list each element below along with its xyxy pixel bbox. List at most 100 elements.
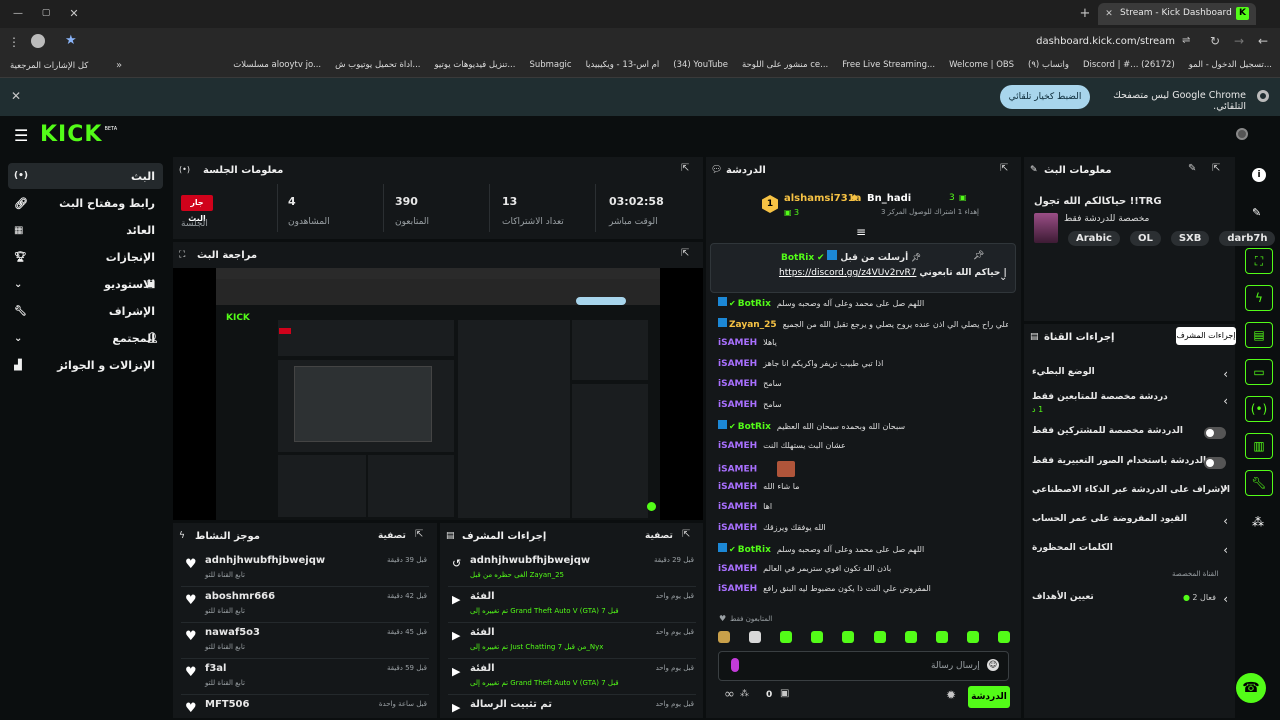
emote-only-toggle[interactable]	[1204, 457, 1226, 469]
emote-icon[interactable]	[749, 631, 762, 643]
bookmarks-overflow-icon[interactable]: »	[116, 60, 122, 71]
popout-icon[interactable]: ⇱	[415, 529, 423, 540]
chat-username[interactable]: iSAMEH	[718, 441, 757, 451]
pin-icon[interactable]: 📌︎	[973, 251, 984, 261]
stream-video[interactable]: KICK	[173, 268, 703, 520]
stream-tag[interactable]: SXB	[1170, 231, 1210, 246]
bookmark-item[interactable]: مسلسلات alooytv jo...	[233, 60, 321, 70]
gift-icon[interactable]: ▣	[780, 688, 789, 699]
all-bookmarks[interactable]: كل الإشارات المرجعية	[10, 61, 88, 71]
bookmark-item[interactable]: Submagic	[529, 60, 571, 70]
kick-logo[interactable]: KICK BETA	[40, 122, 117, 148]
nav-stream[interactable]: (•) البث	[8, 163, 163, 189]
filter-label[interactable]: تصفية	[378, 531, 406, 541]
send-chat-button[interactable]: الدردشة	[968, 686, 1010, 708]
mic-icon[interactable]	[731, 658, 739, 672]
chat-username[interactable]: iSAMEH	[718, 338, 757, 348]
set-default-button[interactable]: الضبط كخيار تلقائي	[1000, 85, 1090, 109]
nav-stream-key[interactable]: 🔗︎ رابط ومفتاح البث	[8, 190, 163, 216]
stream-tag[interactable]: Arabic	[1068, 231, 1120, 246]
subs-only-toggle[interactable]	[1204, 427, 1226, 439]
settings-icon[interactable]: ✹	[946, 688, 956, 702]
chat-username[interactable]: BotRix	[738, 545, 771, 555]
popout-icon[interactable]: ⇱	[1212, 163, 1220, 174]
emote-icon[interactable]	[842, 631, 855, 643]
stream-tag[interactable]: darb7h	[1219, 231, 1276, 246]
bookmark-item[interactable]: أداة تحميل يوتيوب ش...	[335, 60, 420, 70]
wrench-rail-icon[interactable]: 🔧︎	[1245, 470, 1273, 496]
site-settings-icon[interactable]: ⇌	[1182, 35, 1190, 46]
filter-label[interactable]: تصفية	[645, 531, 673, 541]
chat-username[interactable]: iSAMEH	[718, 523, 757, 533]
popout-icon[interactable]: ⇱	[681, 248, 689, 259]
forward-icon[interactable]: →	[1234, 34, 1244, 48]
emote-icon[interactable]	[966, 631, 979, 643]
followers-only-row[interactable]: دردشة مخصصة للمتابعين فقط 1 د ›	[1032, 392, 1228, 420]
close-window-icon[interactable]: ✕	[68, 6, 80, 20]
emote-icon[interactable]	[811, 631, 824, 643]
nav-moderation[interactable]: 🔧︎ الإشراف	[8, 298, 163, 324]
nav-community[interactable]: ⌄ 👤︎ المجتمع	[8, 325, 163, 351]
collapse-icon[interactable]: ≡	[856, 225, 866, 239]
nav-revenue[interactable]: ▦ العائد	[8, 217, 163, 243]
chat-username[interactable]: iSAMEH	[718, 400, 757, 410]
nav-achievements[interactable]: 🏆︎ الإنجازات	[8, 244, 163, 270]
banned-words-row[interactable]: الكلمات المحظورة ›	[1032, 543, 1228, 561]
new-tab-icon[interactable]: +	[1078, 5, 1092, 21]
chat-username[interactable]: iSAMEH	[718, 379, 757, 389]
chat-input[interactable]: ☺ إرسال رسالة	[718, 651, 1009, 681]
mod-rail-icon[interactable]: ▤	[1245, 322, 1273, 348]
edit-rail-icon[interactable]: ✎	[1252, 206, 1261, 219]
popout-icon[interactable]: ⇱	[681, 163, 689, 174]
points-icon[interactable]: ⁂	[740, 689, 749, 699]
share-rail-icon[interactable]: ⁂	[1252, 515, 1264, 529]
tab-close-icon[interactable]: ✕	[1104, 7, 1114, 21]
broadcast-rail-icon[interactable]: (•)	[1245, 396, 1273, 422]
bookmark-item[interactable]: Welcome | OBS	[949, 60, 1014, 70]
account-age-row[interactable]: القيود المفروضة على عمر الحساب ›	[1032, 514, 1228, 532]
restore-icon[interactable]: ▢	[40, 6, 52, 20]
bookmark-item[interactable]: (34) YouTube	[673, 60, 728, 70]
chat-username[interactable]: Zayan_25	[729, 320, 777, 330]
emote-icon[interactable]	[873, 631, 886, 643]
chat-username[interactable]: BotRix	[738, 299, 771, 309]
bookmark-item[interactable]: Discord | #... (26172)	[1083, 60, 1175, 70]
browser-tab[interactable]: ✕ Stream - Kick Dashboard K	[1098, 3, 1256, 25]
pinned-link[interactable]: https://discord.gg/z4VUv2rvR7	[779, 268, 916, 278]
hamburger-icon[interactable]: ☰	[14, 126, 28, 145]
user-avatar[interactable]	[1236, 128, 1248, 140]
popout-icon[interactable]: ⇱	[1000, 163, 1008, 174]
chat-rail-icon[interactable]: ▭	[1245, 359, 1273, 385]
chat-username[interactable]: iSAMEH	[718, 584, 757, 594]
menu-dots-icon[interactable]: ⋮	[8, 35, 20, 49]
emote-icon[interactable]	[780, 631, 793, 643]
help-button[interactable]: ☎︎	[1236, 673, 1266, 703]
emote-icon[interactable]	[997, 631, 1010, 643]
chat-username[interactable]: iSAMEH	[718, 564, 757, 574]
emote-icon[interactable]	[904, 631, 917, 643]
infobar-close-icon[interactable]: ✕	[11, 89, 21, 103]
stream-tag[interactable]: OL	[1129, 231, 1161, 246]
ai-moderation-row[interactable]: الإشراف على الدردشة عبر الذكاء الاصطناعي…	[1032, 485, 1230, 503]
reload-icon[interactable]: ↻	[1210, 34, 1220, 48]
bolt-rail-icon[interactable]: ϟ	[1245, 285, 1273, 311]
popout-icon[interactable]: ⇱	[682, 529, 690, 540]
bookmark-item[interactable]: (٩) واتساب	[1028, 60, 1069, 70]
back-icon[interactable]: ←	[1258, 34, 1268, 48]
slow-mode-row[interactable]: الوضع البطيء ›	[1032, 367, 1228, 385]
bookmark-item[interactable]: تنزيل فيديوهات يوتيو...	[435, 60, 516, 70]
preview-rail-icon[interactable]: ⛶	[1245, 248, 1273, 274]
chat-username[interactable]: BotRix	[738, 422, 771, 432]
chevron-down-icon[interactable]: ⌄	[999, 272, 1007, 283]
chat-username[interactable]: iSAMEH	[718, 482, 757, 492]
emoji-icon[interactable]: ☺	[987, 659, 999, 671]
info-icon[interactable]: i	[1252, 168, 1266, 182]
bookmark-item[interactable]: منشور على اللوحة ce...	[742, 60, 828, 70]
bookmark-item[interactable]: Free Live Streaming...	[842, 60, 935, 70]
chat-username[interactable]: iSAMEH	[718, 465, 757, 475]
chat-username[interactable]: iSAMEH	[718, 359, 757, 369]
layout-rail-icon[interactable]: ▥	[1245, 433, 1273, 459]
minimize-icon[interactable]: —	[12, 6, 24, 20]
nav-drops[interactable]: ▟ الإنزالات و الجوائز	[8, 352, 163, 378]
chat-username[interactable]: iSAMEH	[718, 502, 757, 512]
